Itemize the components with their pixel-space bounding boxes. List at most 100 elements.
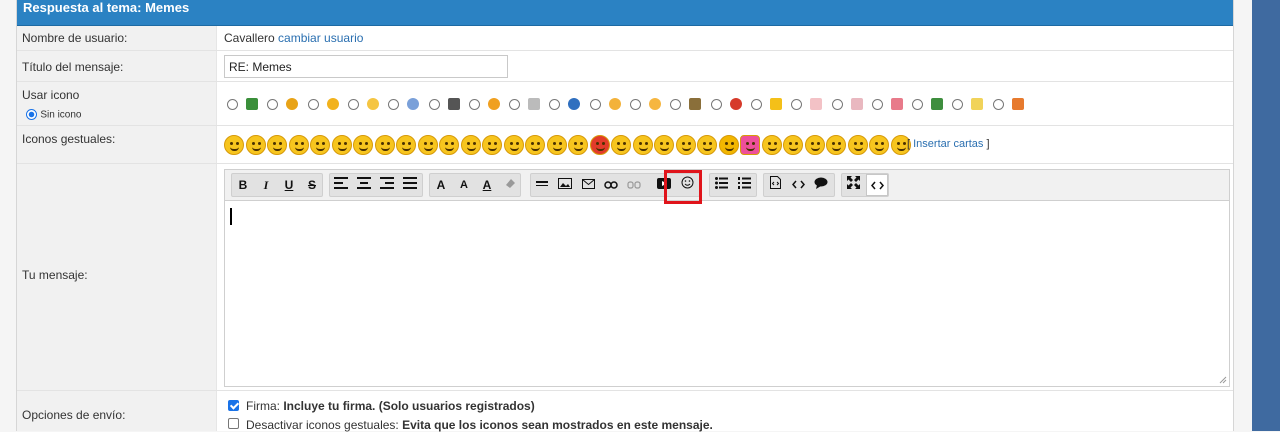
align-left-icon: [334, 177, 348, 189]
code-file-icon: [769, 176, 781, 189]
message-editor[interactable]: [224, 200, 1230, 387]
strikethrough-button[interactable]: S: [301, 174, 323, 196]
source-code-icon: [870, 181, 884, 190]
icon-radio-info[interactable]: [549, 99, 561, 110]
smiley-icon[interactable]: [847, 135, 868, 155]
smiley-icon[interactable]: [783, 135, 803, 155]
underline-button[interactable]: U: [278, 174, 300, 196]
smiley-icon[interactable]: [826, 135, 846, 155]
justify-button[interactable]: [399, 174, 421, 196]
smiley-icon[interactable]: [417, 135, 438, 155]
unlink-button[interactable]: [623, 174, 645, 196]
align-left-button[interactable]: [330, 174, 352, 196]
icon-radio-splat[interactable]: [912, 99, 924, 110]
smiley-icon[interactable]: [267, 135, 287, 155]
rainbow-icon: [1011, 98, 1024, 110]
horizontal-rule-button[interactable]: [531, 174, 553, 196]
insert-email-button[interactable]: [577, 174, 599, 196]
icon-radio-wink-face[interactable]: [347, 99, 359, 110]
smiley-icon[interactable]: [460, 135, 481, 155]
change-user-link[interactable]: cambiar usuario: [278, 31, 363, 45]
icon-radio-speech-bubble[interactable]: [831, 99, 843, 110]
icon-radio-thought-bubble[interactable]: [791, 99, 803, 110]
smiley-icon[interactable]: [245, 135, 266, 155]
smiley-icon[interactable]: [869, 135, 889, 155]
font-size-button[interactable]: A: [453, 174, 475, 196]
smiley-icon[interactable]: [224, 135, 244, 155]
icon-radio-sad-face[interactable]: [267, 99, 279, 110]
icon-radio-heart[interactable]: [871, 99, 883, 110]
smiley-icon[interactable]: [697, 135, 717, 155]
title-label: Título del mensaje:: [22, 60, 124, 74]
italic-button[interactable]: I: [255, 174, 277, 196]
bracket-close: ]: [986, 138, 990, 150]
bold-button[interactable]: B: [232, 174, 254, 196]
source-view-button[interactable]: [866, 174, 888, 196]
smiley-icon[interactable]: [632, 135, 653, 155]
smiley-icon[interactable]: [331, 135, 352, 155]
insert-cards-link[interactable]: Insertar cartas: [913, 138, 983, 150]
smiley-icon[interactable]: [546, 135, 567, 155]
smiley-icon[interactable]: [525, 135, 545, 155]
smiley-icon[interactable]: [353, 135, 373, 155]
smiley-icon[interactable]: [761, 135, 782, 155]
icon-radio-picture[interactable]: [670, 99, 682, 110]
disable-smilies-checkbox[interactable]: [228, 418, 239, 429]
smiley-icon[interactable]: [589, 135, 610, 155]
icon-radio-grin-face[interactable]: [589, 99, 601, 110]
lightbulb-icon: [971, 98, 984, 110]
insert-link-button[interactable]: [600, 174, 622, 196]
numbered-list-button[interactable]: [733, 174, 755, 196]
no-icon-radio[interactable]: [26, 109, 37, 121]
icon-radio-tongue-face[interactable]: [468, 99, 480, 110]
smiley-icon[interactable]: [288, 135, 309, 155]
eraser-icon: [506, 179, 515, 188]
smiley-icon[interactable]: [396, 135, 416, 155]
message-title-input[interactable]: [224, 55, 508, 78]
icon-radio-laugh-face[interactable]: [630, 99, 641, 110]
insert-code-button[interactable]: [764, 174, 786, 196]
font-family-button[interactable]: A: [430, 174, 452, 196]
smiley-icon[interactable]: [654, 135, 674, 155]
smiley-icon[interactable]: [718, 135, 739, 155]
reply-form: Respuesta al tema: Memes Nombre de usuar…: [16, 0, 1234, 432]
icon-radio-music-note[interactable]: [428, 99, 440, 110]
numbered-list-icon: [737, 177, 751, 189]
icon-radio-rainbow[interactable]: [992, 99, 1004, 110]
icon-radio-question[interactable]: [388, 99, 400, 110]
no-icon-label: Sin icono: [40, 109, 82, 121]
icon-radio-lightbulb[interactable]: [952, 99, 964, 110]
signature-checkbox[interactable]: [228, 400, 239, 411]
maximize-button[interactable]: [842, 174, 864, 196]
icon-radio-film[interactable]: [227, 99, 238, 110]
resize-grip-icon[interactable]: [1219, 376, 1227, 384]
align-right-button[interactable]: [376, 174, 398, 196]
icon-radio-cube[interactable]: [509, 99, 521, 110]
font-color-button[interactable]: A: [476, 174, 498, 196]
tongue-face-icon: [487, 98, 500, 110]
smiley-icon[interactable]: [611, 135, 631, 155]
smiley-icon[interactable]: [439, 135, 459, 155]
remove-format-button[interactable]: [499, 174, 521, 196]
smilies-row: Iconos gestuales: [ Insertar cartas ]: [17, 126, 1233, 164]
align-center-button[interactable]: [353, 174, 375, 196]
smiley-icon[interactable]: [804, 135, 825, 155]
bullet-list-button[interactable]: [710, 174, 732, 196]
inline-code-button[interactable]: [787, 174, 809, 196]
smiley-icon[interactable]: [568, 135, 588, 155]
smiley-icon[interactable]: [503, 135, 524, 155]
icon-radio-exclamation[interactable]: [710, 99, 722, 110]
insert-image-button[interactable]: [554, 174, 576, 196]
icon-radio-smile-face[interactable]: [307, 99, 319, 110]
smiley-icon[interactable]: [310, 135, 330, 155]
bullet-list-icon: [714, 177, 728, 189]
thought-bubble-icon: [810, 98, 823, 110]
smiley-icon[interactable]: [374, 135, 395, 155]
smiley-icon[interactable]: [740, 135, 760, 155]
quote-bubble-icon: [814, 177, 828, 189]
insert-quote-button[interactable]: [810, 174, 832, 196]
smiley-icon[interactable]: [675, 135, 696, 155]
heart-icon: [890, 98, 903, 110]
smiley-icon[interactable]: [482, 135, 502, 155]
icon-radio-star[interactable]: [750, 99, 762, 110]
